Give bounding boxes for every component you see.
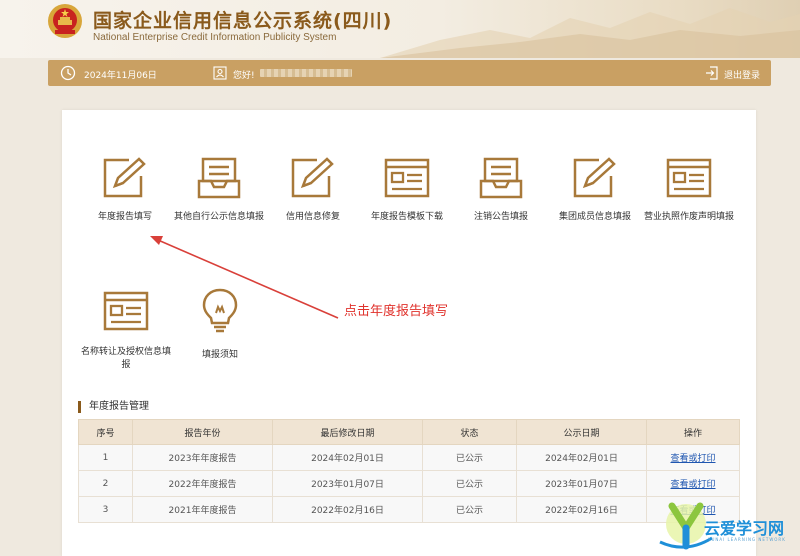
row-index: 2 xyxy=(78,470,133,497)
tile-label: 年度报告模板下载 xyxy=(370,212,443,222)
logout-icon[interactable] xyxy=(704,65,720,81)
tile-label: 名称转让及授权信息填报 xyxy=(80,347,171,370)
view-print-link[interactable]: 查看或打印 xyxy=(670,454,715,464)
table-row: 1 2023年年度报告 2024年02月01日 已公示 2024年02月01日 … xyxy=(78,444,740,471)
mountain-decoration xyxy=(380,8,800,58)
user-bar: 2024年11月06日 您好! 退出登录 xyxy=(48,60,771,86)
inbox-tray-icon xyxy=(479,157,523,199)
tile-other-disclosure[interactable]: 其他自行公示信息填报 xyxy=(170,156,268,224)
site-header: 国家企业信用信息公示系统(四川) National Enterprise Cre… xyxy=(0,0,800,58)
tile-filing-notice[interactable]: 填报须知 xyxy=(190,287,250,362)
report-year: 2023年年度报告 xyxy=(132,444,273,471)
tile-label: 集团成员信息填报 xyxy=(558,212,631,222)
tile-credit-repair[interactable]: 信用信息修复 xyxy=(278,156,348,224)
username-redacted xyxy=(260,69,352,77)
table-row: 3 2021年年度报告 2022年02月16日 已公示 2022年02月16日 … xyxy=(78,496,740,523)
tile-name-transfer[interactable]: 名称转让及授权信息填报 xyxy=(78,289,174,372)
system-subtitle: National Enterprise Credit Information P… xyxy=(93,32,337,43)
tile-label: 其他自行公示信息填报 xyxy=(173,212,264,222)
national-emblem-icon xyxy=(48,4,82,38)
user-icon xyxy=(213,66,227,80)
tile-label: 营业执照作废声明填报 xyxy=(643,212,734,222)
watermark-text: 云爱学习网 xyxy=(704,519,785,538)
tile-group-member[interactable]: 集团成员信息填报 xyxy=(555,156,635,224)
action-cell: 查看或打印 xyxy=(646,470,740,497)
template-card-icon xyxy=(103,291,149,331)
publish-date: 2024年02月01日 xyxy=(516,444,647,471)
report-year: 2021年年度报告 xyxy=(132,496,273,523)
status: 已公示 xyxy=(422,470,517,497)
section-title: 年度报告管理 xyxy=(78,401,149,413)
lightbulb-icon xyxy=(202,288,238,333)
inbox-tray-icon xyxy=(197,157,241,199)
table-header-row: 序号 报告年份 最后修改日期 状态 公示日期 操作 xyxy=(78,419,740,445)
tile-label: 年度报告填写 xyxy=(97,212,152,222)
edit-form-icon xyxy=(103,157,146,198)
logout-link[interactable]: 退出登录 xyxy=(724,68,760,81)
watermark-subtext: YUNAI LEARNING NETWORK xyxy=(708,537,786,542)
column-header: 公示日期 xyxy=(516,419,647,445)
report-year: 2022年年度报告 xyxy=(132,470,273,497)
publish-date: 2022年02月16日 xyxy=(516,496,647,523)
tile-license-void[interactable]: 营业执照作废声明填报 xyxy=(640,156,738,224)
tile-label: 信用信息修复 xyxy=(285,212,340,222)
column-header: 状态 xyxy=(422,419,517,445)
greeting: 您好! xyxy=(233,71,255,81)
tile-cancellation-notice[interactable]: 注销公告填报 xyxy=(468,156,534,224)
last-modified: 2024年02月01日 xyxy=(272,444,423,471)
tile-annual-report[interactable]: 年度报告填写 xyxy=(85,156,165,224)
last-modified: 2023年01月07日 xyxy=(272,470,423,497)
column-header: 最后修改日期 xyxy=(272,419,423,445)
tile-template-download[interactable]: 年度报告模板下载 xyxy=(367,156,447,224)
column-header: 操作 xyxy=(646,419,740,445)
annual-report-table: 序号 报告年份 最后修改日期 状态 公示日期 操作 1 2023年年度报告 20… xyxy=(78,419,740,523)
view-print-link[interactable]: 查看或打印 xyxy=(670,480,715,490)
status: 已公示 xyxy=(422,444,517,471)
edit-form-icon xyxy=(291,157,334,198)
template-card-icon xyxy=(384,158,430,198)
clock-icon xyxy=(60,65,76,81)
column-header: 报告年份 xyxy=(132,419,273,445)
action-cell: 查看或打印 xyxy=(646,444,740,471)
system-title: 国家企业信用信息公示系统(四川) xyxy=(93,10,393,32)
row-index: 3 xyxy=(78,496,133,523)
template-card-icon xyxy=(666,158,712,198)
annotation-text: 点击年度报告填写 xyxy=(344,304,449,319)
tile-label: 填报须知 xyxy=(201,350,238,360)
column-header: 序号 xyxy=(78,419,133,445)
publish-date: 2023年01月07日 xyxy=(516,470,647,497)
edit-form-icon xyxy=(573,157,616,198)
row-index: 1 xyxy=(78,444,133,471)
current-date: 2024年11月06日 xyxy=(84,71,157,81)
status: 已公示 xyxy=(422,496,517,523)
table-row: 2 2022年年度报告 2023年01月07日 已公示 2023年01月07日 … xyxy=(78,470,740,497)
last-modified: 2022年02月16日 xyxy=(272,496,423,523)
tile-label: 注销公告填报 xyxy=(473,212,528,222)
